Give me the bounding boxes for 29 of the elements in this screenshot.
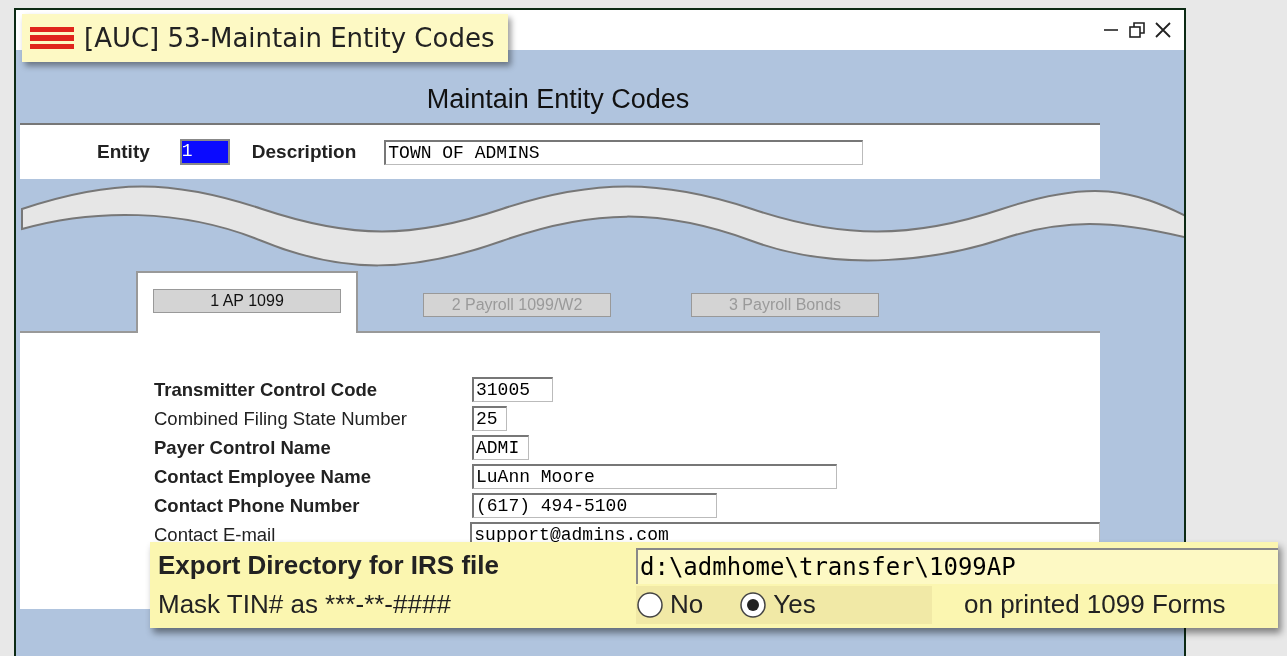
window-title: [AUC] 53-Maintain Entity Codes (84, 23, 495, 53)
field-label: Contact Phone Number (154, 494, 361, 517)
tab[interactable]: 1 AP 1099 (153, 289, 341, 313)
field-label: Contact E-mail (154, 523, 277, 546)
input-field[interactable]: 25 (472, 406, 507, 431)
description-label: Description (251, 141, 357, 163)
radio-button[interactable] (739, 590, 768, 619)
input-field[interactable]: 31005 (472, 377, 553, 402)
input-field[interactable]: (617) 494-5100 (472, 493, 717, 518)
entity-field[interactable]: 1 (179, 139, 230, 165)
export-directory-label: Export Directory for IRS file (158, 550, 500, 581)
mask-note: on printed 1099 Forms (964, 589, 1226, 620)
input-field[interactable]: LuAnn Moore (472, 464, 837, 489)
restore-icon[interactable] (1128, 21, 1146, 39)
field-label: Payer Control Name (154, 436, 332, 459)
radio-button[interactable] (636, 590, 664, 619)
field-label: Contact Employee Name (154, 465, 372, 488)
export-directory-field[interactable]: d:\admhome\transfer\1099AP (636, 547, 1278, 584)
mask-tin-label: Mask TIN# as ***-**-#### (158, 589, 452, 620)
radio-label: No (670, 589, 704, 620)
input-field[interactable]: ADMI (472, 435, 529, 460)
close-icon[interactable] (1154, 21, 1172, 39)
entity-label: Entity (97, 141, 150, 163)
field-label: Transmitter Control Code (154, 378, 379, 401)
description-field[interactable]: TOWN OF ADMINS (384, 139, 864, 165)
app-logo-icon (30, 26, 74, 50)
form-heading: Maintain Entity Codes (425, 83, 691, 116)
field-label: Combined Filing State Number (154, 407, 408, 430)
radio-label: Yes (773, 589, 816, 620)
